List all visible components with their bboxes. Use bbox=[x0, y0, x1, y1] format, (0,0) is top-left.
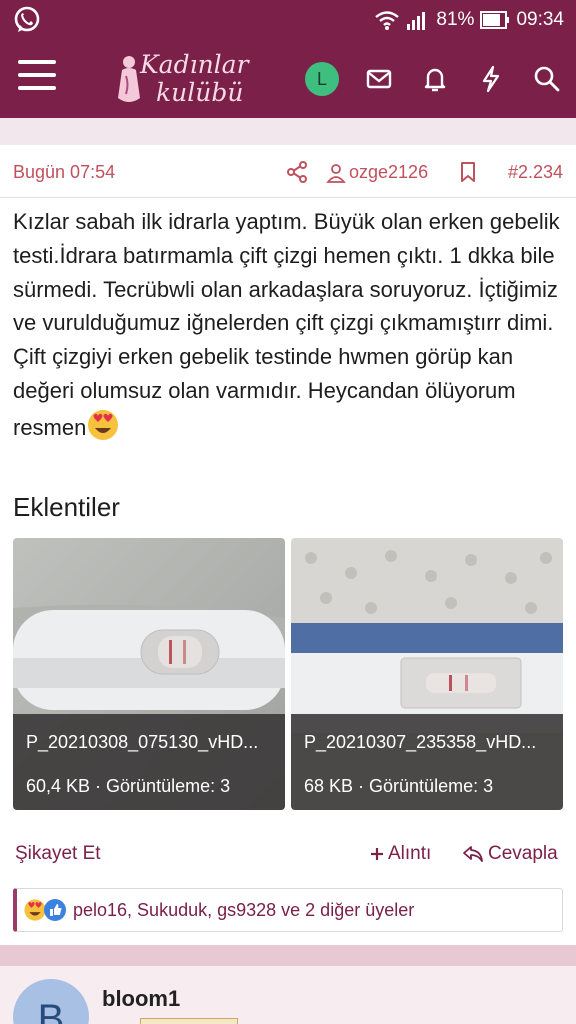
attachment-overlay: P_20210308_075130_vHD... 60,4 KB · Görün… bbox=[13, 714, 285, 810]
attachments-title: Eklentiler bbox=[13, 492, 120, 522]
signal-icon bbox=[407, 12, 426, 30]
reactions-text: pelo16, Sukuduk, gs9328 ve 2 diğer üyele… bbox=[73, 899, 415, 920]
post-actions: Şikayet Et Alıntı Cevapla bbox=[0, 840, 576, 870]
post-author: ozge2126 bbox=[349, 162, 429, 182]
attachment-filename: P_20210307_235358_vHD... bbox=[304, 732, 537, 752]
menu-icon[interactable] bbox=[18, 60, 56, 96]
report-button[interactable]: Şikayet Et bbox=[15, 843, 101, 865]
quote-label: Alıntı bbox=[388, 843, 432, 864]
previous-post-edge bbox=[0, 118, 576, 145]
reply-label: Cevapla bbox=[488, 843, 558, 864]
user-badge bbox=[140, 1018, 238, 1024]
logo-line-2: kulübü bbox=[156, 78, 244, 107]
bookmark-icon[interactable] bbox=[458, 161, 478, 183]
user-avatar[interactable]: L bbox=[305, 62, 339, 96]
whatsapp-notification-icon bbox=[14, 6, 40, 32]
site-logo[interactable]: Kadınlar kulübü bbox=[112, 46, 272, 112]
post-number[interactable]: #2.234 bbox=[508, 162, 563, 183]
battery-icon bbox=[480, 11, 510, 29]
bell-icon[interactable] bbox=[420, 64, 450, 94]
post-author-link[interactable]: ozge2126 bbox=[326, 162, 428, 183]
next-post-avatar[interactable]: B bbox=[13, 979, 89, 1024]
share-icon[interactable] bbox=[286, 161, 308, 183]
attachment-overlay: P_20210307_235358_vHD... 68 KB · Görüntü… bbox=[291, 714, 563, 810]
post-time[interactable]: Bugün 07:54 bbox=[13, 162, 115, 183]
app-bar: Kadınlar kulübü L bbox=[0, 40, 576, 118]
forum-post: Bugün 07:54 ozge2126 #2.234 Kızlar sabah… bbox=[0, 145, 576, 945]
next-post-user-title bbox=[102, 1018, 242, 1024]
post-body-text: Kızlar sabah ilk idrarla yaptım. Büyük o… bbox=[13, 209, 560, 440]
quote-button[interactable]: Alıntı bbox=[370, 843, 431, 865]
clock: 09:34 bbox=[516, 9, 564, 30]
lightning-icon[interactable] bbox=[476, 64, 506, 94]
heart-eyes-emoji-icon bbox=[88, 409, 119, 440]
plus-icon bbox=[371, 848, 383, 860]
wifi-icon bbox=[375, 11, 400, 30]
post-body: Kızlar sabah ilk idrarla yaptım. Büyük o… bbox=[13, 205, 563, 445]
reactions-bar[interactable]: pelo16, Sukuduk, gs9328 ve 2 diğer üyele… bbox=[13, 888, 563, 932]
next-post: B bloom1 bbox=[0, 966, 576, 1024]
attachment-thumbnail[interactable]: P_20210308_075130_vHD... 60,4 KB · Görün… bbox=[13, 538, 285, 810]
mail-icon[interactable] bbox=[364, 64, 394, 94]
attachment-info: 60,4 KB · Görüntüleme: 3 bbox=[26, 776, 231, 796]
attachment-thumbnail[interactable]: P_20210307_235358_vHD... 68 KB · Görüntü… bbox=[291, 538, 563, 810]
status-bar: 81% 09:34 bbox=[0, 0, 576, 40]
reply-button[interactable]: Cevapla bbox=[462, 843, 558, 865]
battery-percent: 81% bbox=[436, 9, 475, 30]
user-icon bbox=[326, 163, 346, 183]
like-reaction-icon bbox=[44, 899, 66, 921]
logo-line-1: Kadınlar bbox=[140, 50, 249, 79]
attachment-info: 68 KB · Görüntüleme: 3 bbox=[304, 776, 494, 796]
reply-icon bbox=[463, 846, 483, 862]
attachment-filename: P_20210308_075130_vHD... bbox=[26, 732, 259, 752]
next-post-author[interactable]: bloom1 bbox=[102, 986, 180, 1012]
post-meta: Bugün 07:54 ozge2126 #2.234 bbox=[0, 145, 576, 198]
search-icon[interactable] bbox=[532, 64, 562, 94]
